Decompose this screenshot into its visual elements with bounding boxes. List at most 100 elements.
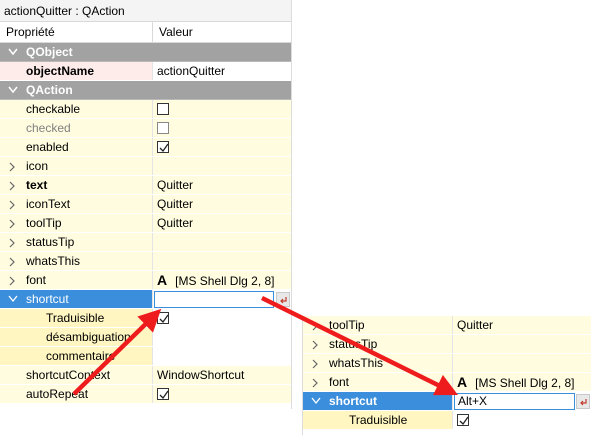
property-row-checked[interactable]: checked <box>0 119 291 138</box>
property-row-traduisible[interactable]: Traduisible <box>0 309 291 328</box>
traduisible-checkbox[interactable] <box>457 414 469 426</box>
property-label: statusTip <box>329 337 378 351</box>
property-value-icon[interactable] <box>153 157 291 175</box>
property-label: désambiguation <box>46 330 131 344</box>
checked-checkbox <box>157 122 169 134</box>
chevron-right-icon[interactable] <box>8 252 20 270</box>
property-label: text <box>26 178 48 192</box>
reset-button[interactable] <box>276 292 290 307</box>
property-editor: actionQuitter : QAction Propriété Valeur… <box>0 0 292 409</box>
property-row-text[interactable]: text Quitter <box>0 176 291 195</box>
chevron-down-icon[interactable] <box>8 43 20 61</box>
category-qaction[interactable]: QAction <box>0 81 291 100</box>
property-label: checkable <box>26 102 81 116</box>
chevron-down-icon[interactable] <box>8 290 20 308</box>
chevron-right-icon[interactable] <box>8 214 20 232</box>
zoom-row-font[interactable]: font A [MS Shell Dlg 2, 8] <box>303 373 591 392</box>
category-qobject[interactable]: QObject <box>0 43 291 62</box>
property-value-tooltip[interactable]: Quitter <box>153 214 291 232</box>
zoom-value-tooltip[interactable]: Quitter <box>453 316 591 334</box>
property-value-commentaire[interactable] <box>153 347 291 365</box>
property-label: Traduisible <box>349 413 408 427</box>
checkable-checkbox[interactable] <box>157 103 169 115</box>
checkmark-icon <box>159 314 169 324</box>
checkmark-icon <box>159 390 169 400</box>
property-row-commentaire[interactable]: commentaire <box>0 347 291 366</box>
font-value-text: [MS Shell Dlg 2, 8] <box>175 274 275 288</box>
property-value-whatsthis[interactable] <box>153 252 291 270</box>
property-value-statustip[interactable] <box>153 233 291 251</box>
column-header: Propriété Valeur <box>0 22 291 43</box>
property-label: enabled <box>26 140 69 154</box>
zoom-row-traduisible[interactable]: Traduisible <box>303 411 591 430</box>
value-column-header[interactable]: Valeur <box>153 22 193 42</box>
zoom-row-shortcut[interactable]: shortcut Alt+X <box>303 392 591 411</box>
chevron-down-icon[interactable] <box>311 392 323 410</box>
chevron-right-icon[interactable] <box>8 176 20 194</box>
property-value-shortcutcontext[interactable]: WindowShortcut <box>153 366 291 384</box>
chevron-right-icon[interactable] <box>8 157 20 175</box>
property-label: font <box>329 375 350 389</box>
property-value-font[interactable]: A [MS Shell Dlg 2, 8] <box>153 271 291 289</box>
property-label: shortcutContext <box>26 368 111 382</box>
property-value-icontext[interactable]: Quitter <box>153 195 291 213</box>
autorepeat-checkbox[interactable] <box>157 388 169 400</box>
property-label: statusTip <box>26 235 75 249</box>
property-row-enabled[interactable]: enabled <box>0 138 291 157</box>
property-row-shortcutcontext[interactable]: shortcutContext WindowShortcut <box>0 366 291 385</box>
property-row-icontext[interactable]: iconText Quitter <box>0 195 291 214</box>
property-row-tooltip[interactable]: toolTip Quitter <box>0 214 291 233</box>
chevron-down-icon[interactable] <box>8 81 20 99</box>
reset-button[interactable] <box>576 394 590 409</box>
editor-title: actionQuitter : QAction <box>0 0 291 22</box>
zoom-row-tooltip[interactable]: toolTip Quitter <box>303 316 591 335</box>
property-label: toolTip <box>26 216 62 230</box>
property-row-font[interactable]: font A [MS Shell Dlg 2, 8] <box>0 271 291 290</box>
checkmark-icon <box>459 416 469 426</box>
property-label: whatsThis <box>26 254 81 268</box>
zoom-value-font[interactable]: A [MS Shell Dlg 2, 8] <box>453 373 591 391</box>
zoom-row-whatsthis[interactable]: whatsThis <box>303 354 591 373</box>
property-row-autorepeat[interactable]: autoRepeat <box>0 385 291 404</box>
reset-icon <box>580 399 587 406</box>
property-label: toolTip <box>329 318 365 332</box>
property-row-statustip[interactable]: statusTip <box>0 233 291 252</box>
property-label: autoRepeat <box>26 387 89 401</box>
chevron-right-icon[interactable] <box>8 195 20 213</box>
shortcut-input[interactable] <box>154 291 274 308</box>
category-label: QObject <box>26 45 73 59</box>
property-row-whatsthis[interactable]: whatsThis <box>0 252 291 271</box>
property-value-desambiguation[interactable] <box>153 328 291 346</box>
property-label: whatsThis <box>329 356 384 370</box>
chevron-right-icon[interactable] <box>311 316 323 334</box>
property-label: font <box>26 273 47 287</box>
category-label: QAction <box>26 83 73 97</box>
property-row-shortcut[interactable]: shortcut <box>0 290 291 309</box>
traduisible-checkbox[interactable] <box>157 312 169 324</box>
property-row-desambiguation[interactable]: désambiguation <box>0 328 291 347</box>
property-label: shortcut <box>26 292 69 306</box>
property-row-icon[interactable]: icon <box>0 157 291 176</box>
checkmark-icon <box>159 143 169 153</box>
property-value-text[interactable]: Quitter <box>153 176 291 194</box>
property-label: icon <box>26 159 49 173</box>
font-icon: A <box>457 374 468 390</box>
chevron-right-icon[interactable] <box>311 373 323 391</box>
font-icon: A <box>157 272 168 288</box>
property-label: checked <box>26 121 71 135</box>
enabled-checkbox[interactable] <box>157 141 169 153</box>
property-row-checkable[interactable]: checkable <box>0 100 291 119</box>
property-row-objectname[interactable]: objectName actionQuitter <box>0 62 291 81</box>
property-label: iconText <box>26 197 71 211</box>
chevron-right-icon[interactable] <box>311 354 323 372</box>
chevron-right-icon[interactable] <box>8 233 20 251</box>
property-column-header[interactable]: Propriété <box>0 22 153 42</box>
shortcut-input[interactable]: Alt+X <box>454 393 575 410</box>
zoom-row-statustip[interactable]: statusTip <box>303 335 591 354</box>
property-value-objectname[interactable]: actionQuitter <box>153 62 291 80</box>
property-label: objectName <box>26 64 95 78</box>
property-label: commentaire <box>46 349 116 363</box>
font-value-text: [MS Shell Dlg 2, 8] <box>475 376 575 390</box>
chevron-right-icon[interactable] <box>8 271 20 289</box>
chevron-right-icon[interactable] <box>311 335 323 353</box>
